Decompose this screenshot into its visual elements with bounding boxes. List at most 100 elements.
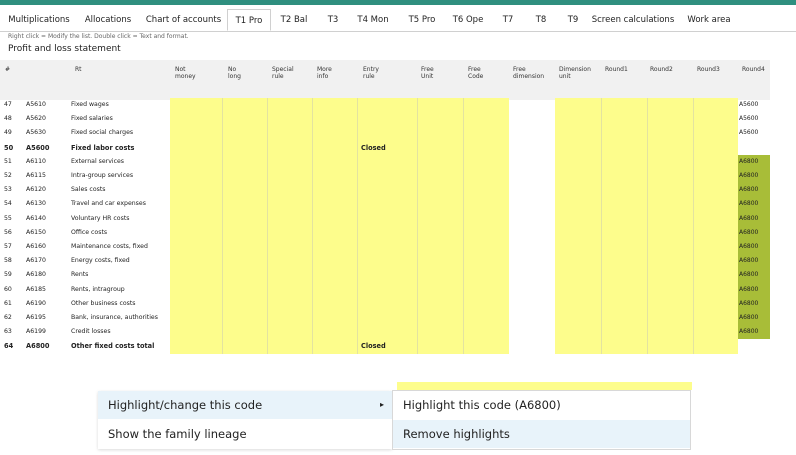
menu-item-label: Highlight/change this code <box>108 398 263 412</box>
context-menu: Highlight/change this code ▸ Show the fami… <box>98 391 392 449</box>
round4-cell[interactable]: A6800 <box>738 169 770 184</box>
round4-cell[interactable]: A6800 <box>738 254 770 269</box>
column-header[interactable]: Free dimension <box>513 66 544 80</box>
table-row[interactable]: 64 A6800 Other fixed costs total Closed <box>0 339 770 353</box>
table-row[interactable]: 56 A6150 Office costs A6800 <box>0 225 770 240</box>
row-code: A5620 <box>26 115 46 123</box>
tab-t8[interactable]: T8 <box>526 9 556 31</box>
column-header[interactable]: Round3 <box>697 66 720 73</box>
tab-work-area[interactable]: Work area <box>683 9 735 31</box>
column-header[interactable]: Round4 <box>742 66 765 73</box>
tab-t5-pro[interactable]: T5 Pro <box>400 9 444 31</box>
row-number: 64 <box>4 342 14 351</box>
table-row[interactable]: 62 A6195 Bank, insurance, authorities A6800 <box>0 311 770 326</box>
menu-item-highlight-change-this-code[interactable]: Highlight/change this code ▸ <box>98 391 392 419</box>
table-row[interactable]: 50 A5600 Fixed labor costs Closed <box>0 141 770 155</box>
row-label: Sales costs <box>71 186 106 194</box>
table-row[interactable]: 60 A6185 Rents, intragroup A6800 <box>0 282 770 297</box>
row-label: Bank, insurance, authorities <box>71 314 158 321</box>
round4-cell[interactable]: A6800 <box>738 282 770 297</box>
row-code: A5630 <box>26 129 46 137</box>
tab-t2-bal[interactable]: T2 Bal <box>274 9 314 31</box>
row-code: A6190 <box>26 299 46 307</box>
table-row[interactable]: 63 A6199 Credit losses A6800 <box>0 325 770 340</box>
table-row[interactable]: 52 A6115 Intra-group services A6800 <box>0 169 770 184</box>
round4-cell[interactable] <box>738 339 770 353</box>
column-header[interactable]: No long <box>228 66 241 80</box>
submenu-item-highlight-this-code-a6800[interactable]: Highlight this code (A6800) <box>393 391 690 419</box>
column-header[interactable]: Rt <box>75 66 82 73</box>
table-row[interactable]: 59 A6180 Rents A6800 <box>0 268 770 283</box>
table-row[interactable]: 57 A6160 Maintenance costs, fixed A6800 <box>0 240 770 255</box>
table-row[interactable]: 54 A6130 Travel and car expenses A6800 <box>0 197 770 212</box>
column-header[interactable]: Special rule <box>272 66 294 80</box>
menu-item-show-the-family-lineage[interactable]: Show the family lineage <box>98 420 392 448</box>
context-submenu: Highlight this code (A6800) Remove highli… <box>392 390 691 450</box>
tab-screen-calculations[interactable]: Screen calculations <box>590 9 676 31</box>
column-header[interactable]: Free Unit <box>421 66 434 80</box>
round4-cell[interactable] <box>738 141 770 155</box>
tab-t3[interactable]: T3 <box>318 9 348 31</box>
row-label: Voluntary HR costs <box>71 214 130 222</box>
round4-cell[interactable]: A6800 <box>738 225 770 240</box>
row-label: Maintenance costs, fixed <box>71 243 148 250</box>
menu-item-label: Show the family lineage <box>108 427 247 441</box>
top-accent-line <box>0 0 796 5</box>
round4-cell[interactable]: A6800 <box>738 296 770 311</box>
table-header: # Rt Not money No long Special rule More info… <box>0 60 770 100</box>
column-header[interactable]: Entry rule <box>363 66 379 80</box>
tab-allocations[interactable]: Allocations <box>80 9 136 31</box>
round4-cell[interactable]: A5600 <box>738 112 770 126</box>
row-number: 48 <box>4 115 12 123</box>
round4-cell[interactable]: A6800 <box>738 240 770 255</box>
table-row[interactable]: 47 A5610 Fixed wages A5600 <box>0 98 770 112</box>
round4-cell[interactable]: A5600 <box>738 126 770 140</box>
table-row[interactable]: 48 A5620 Fixed salaries A5600 <box>0 112 770 126</box>
round4-cell[interactable]: A6800 <box>738 154 770 169</box>
row-code: A6199 <box>26 328 46 336</box>
column-header[interactable]: Round1 <box>605 66 628 73</box>
table-row[interactable]: 49 A5630 Fixed social charges A5600 <box>0 126 770 140</box>
round4-cell[interactable]: A5600 <box>738 98 770 112</box>
tab-chart-of-accounts[interactable]: Chart of accounts <box>142 9 225 31</box>
round4-cell[interactable]: A6800 <box>738 325 770 340</box>
row-number: 50 <box>4 143 14 152</box>
round4-cell[interactable]: A6800 <box>738 183 770 198</box>
tab-t6-ope[interactable]: T6 Ope <box>447 9 489 31</box>
submenu-item-remove-highlights[interactable]: Remove highlights <box>393 420 690 448</box>
tab-t4-mon[interactable]: T4 Mon <box>350 9 396 31</box>
submenu-arrow-icon: ▸ <box>379 400 384 409</box>
column-header[interactable]: Free Code <box>468 66 483 80</box>
row-number: 47 <box>4 101 12 108</box>
row-number: 58 <box>4 257 12 265</box>
table-row[interactable]: 58 A6170 Energy costs, fixed A6800 <box>0 254 770 269</box>
row-code: A6140 <box>26 214 46 222</box>
round4-cell[interactable]: A6800 <box>738 311 770 326</box>
tab-t1-pro[interactable]: T1 Pro <box>227 9 271 31</box>
table-row[interactable]: 53 A6120 Sales costs A6800 <box>0 183 770 198</box>
tab-t9[interactable]: T9 <box>559 9 587 31</box>
row-label: Other business costs <box>71 299 136 307</box>
round4-cell[interactable]: A6800 <box>738 211 770 226</box>
row-code: A5600 <box>26 143 50 152</box>
table-row[interactable]: 55 A6140 Voluntary HR costs A6800 <box>0 211 770 226</box>
row-number: 60 <box>4 285 12 293</box>
column-header[interactable]: # <box>5 66 10 73</box>
row-label: Intra-group services <box>71 172 134 179</box>
entry-rule-value: Closed <box>361 143 386 152</box>
tab-t7[interactable]: T7 <box>492 9 524 31</box>
table-row[interactable]: 51 A6110 External services A6800 <box>0 154 770 169</box>
column-header[interactable]: Round2 <box>650 66 673 73</box>
column-header[interactable]: More info <box>317 66 332 80</box>
row-number: 61 <box>4 299 12 307</box>
tab-multiplications[interactable]: Multiplications <box>3 9 75 31</box>
row-label: Fixed salaries <box>71 115 113 123</box>
row-label: Rents, intragroup <box>71 285 125 293</box>
column-header[interactable]: Dimension unit <box>559 66 591 80</box>
column-header[interactable]: Not money <box>175 66 196 80</box>
round4-cell[interactable]: A6800 <box>738 268 770 283</box>
row-label: Fixed social charges <box>71 129 134 137</box>
round4-cell[interactable]: A6800 <box>738 197 770 212</box>
row-number: 53 <box>4 186 12 194</box>
table-row[interactable]: 61 A6190 Other business costs A6800 <box>0 296 770 311</box>
